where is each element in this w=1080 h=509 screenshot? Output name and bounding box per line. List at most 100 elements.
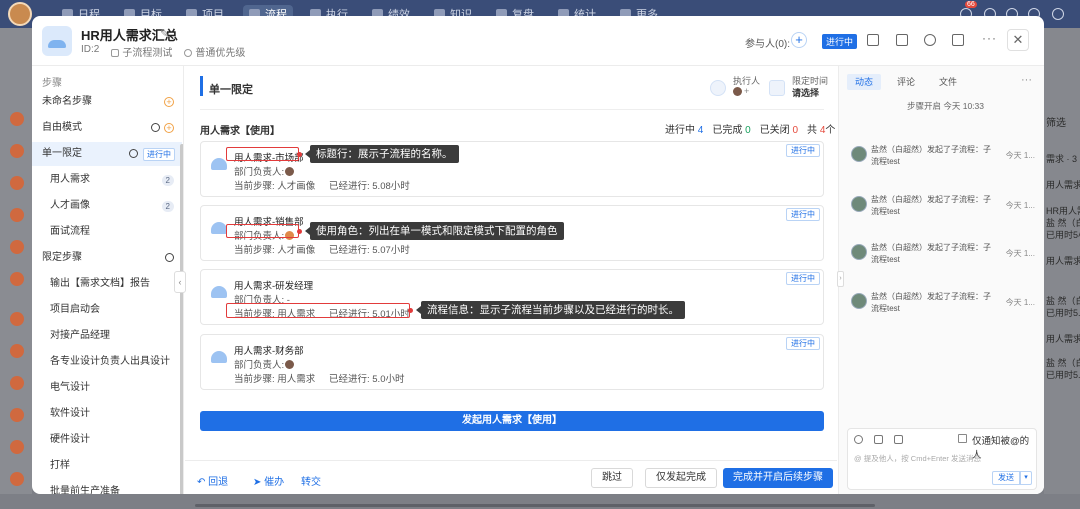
background-list: 筛选 需求 · 3 用人需求-财 HR用人需求 盐 然（白... 已用时5小 用…: [1044, 28, 1080, 509]
activity-text: 盐然（白超然）发起了子流程：子流程test: [871, 243, 991, 264]
close-button[interactable]: ✕: [1007, 29, 1029, 51]
step-item-unnamed[interactable]: 未命名步骤 +: [32, 90, 182, 114]
bottom-strip: [0, 494, 1080, 509]
chevron-down-icon[interactable]: ▾: [1020, 471, 1032, 485]
step-item[interactable]: 硬件设计: [32, 428, 182, 452]
collapse-panel-button[interactable]: ›: [837, 271, 844, 287]
subflow-icon: [211, 286, 227, 298]
skip-button[interactable]: 跳过: [591, 468, 633, 488]
link-icon[interactable]: [894, 435, 903, 444]
subflow-name: 用人需求-研发经理: [234, 281, 314, 292]
process-modal: HR用人需求汇总 ✎ ID:2 子流程测试 普通优先级 参与人(0): + 进行…: [32, 16, 1044, 494]
callout-flow-info: 流程信息：显示子流程当前步骤以及已经进行的时长。: [416, 301, 685, 319]
return-button[interactable]: ↶ 回退: [197, 473, 228, 488]
sync-icon[interactable]: [151, 123, 160, 132]
calendar-icon[interactable]: [769, 80, 785, 96]
highlight-dot: [297, 229, 302, 234]
folder-icon[interactable]: [896, 34, 908, 46]
activity-panel: › 动态 评论 文件 ··· 步骤开启 今天 10:33 盐然（白超然）发起了子…: [837, 66, 1044, 494]
complete-next-button[interactable]: 完成并开启后续步骤: [723, 468, 833, 488]
activity-text: 盐然（白超然）发起了子流程：子流程test: [871, 195, 991, 216]
step-item[interactable]: 对接产品经理: [32, 324, 182, 348]
user-avatar[interactable]: [8, 2, 32, 26]
add-participant-button[interactable]: +: [791, 32, 807, 48]
title-accent: [200, 76, 203, 96]
avatar: [851, 244, 867, 260]
subflow-card[interactable]: 用人需求-财务部 部门负责人: 当前步骤: 用人需求 已经进行: 5.0小时 进…: [200, 334, 824, 390]
step-item-talent-profile[interactable]: 人才画像 2: [32, 194, 182, 218]
step-item[interactable]: 电气设计: [32, 376, 182, 400]
bg-avatar: [10, 344, 24, 358]
stat-in-progress[interactable]: 进行中 4: [665, 121, 703, 136]
step-item[interactable]: 项目启动会: [32, 298, 182, 322]
steps-sidebar: 步骤 未命名步骤 + 自由模式 + 单一限定 进行中 用人需求 2 人才画像 2 面试流程…: [32, 66, 184, 494]
add-executor-button[interactable]: +: [744, 86, 749, 96]
tab-activity[interactable]: 动态: [847, 74, 882, 90]
remind-button[interactable]: ➤ 催办: [253, 473, 284, 488]
bg-avatar: [10, 472, 24, 486]
subflow-owner: 部门负责人:: [234, 164, 295, 178]
steps-scrollbar[interactable]: [180, 144, 183, 494]
emoji-icon[interactable]: [854, 435, 863, 444]
add-icon[interactable]: +: [164, 97, 174, 107]
process-icon: [42, 26, 72, 56]
stat-closed[interactable]: 已关闭 0: [760, 121, 798, 136]
activity-time: 今天 1...: [1005, 298, 1035, 307]
sync-icon[interactable]: [129, 149, 138, 158]
print-icon[interactable]: [952, 34, 964, 46]
edit-icon[interactable]: ✎: [160, 27, 169, 40]
step-item[interactable]: 各专业设计负责人出具设计: [32, 350, 182, 374]
step-item[interactable]: 输出【需求文档】报告: [32, 272, 182, 296]
user-icon[interactable]: [924, 34, 936, 46]
tab-files[interactable]: 文件: [931, 74, 965, 90]
more-icon[interactable]: ···: [1021, 74, 1032, 86]
start-subflow-button[interactable]: 发起用人需求【使用】: [200, 411, 824, 431]
document-icon[interactable]: [867, 34, 879, 46]
step-item[interactable]: 打样: [32, 454, 182, 478]
callout-role: 使用角色：列出在单一模式和限定模式下配置的角色: [305, 222, 564, 240]
system-message: 步骤开启 今天 10:33: [907, 101, 984, 111]
horizontal-scrollbar[interactable]: [195, 504, 875, 507]
executor-avatar[interactable]: [733, 87, 742, 96]
sync-icon[interactable]: [165, 253, 174, 262]
activity-time: 今天 1...: [1005, 201, 1035, 210]
stat-done[interactable]: 已完成 0: [712, 121, 750, 136]
subflow-icon: [111, 49, 120, 57]
comment-composer[interactable]: 仅通知被@的人 @ 提及他人，按 Cmd+Enter 发送消息 发送 ▾: [847, 428, 1037, 490]
divider: [200, 109, 824, 110]
subflow-section-title: 用人需求【使用】: [200, 126, 280, 137]
activity-item: 盐然（白超然）发起了子流程：子流程test 今天 1...: [849, 242, 1039, 278]
activity-text: 盐然（白超然）发起了子流程：子流程test: [871, 292, 991, 313]
executor-icon[interactable]: [710, 80, 726, 96]
subflow-elapsed: 已经进行: 5.08小时: [329, 181, 410, 192]
deadline-select[interactable]: 请选择: [792, 86, 819, 99]
step-item[interactable]: 软件设计: [32, 402, 182, 426]
step-item-free-mode[interactable]: 自由模式 +: [32, 116, 182, 140]
only-notify-label: 仅通知被@的人: [972, 436, 1030, 461]
attachment-icon[interactable]: [874, 435, 883, 444]
limited-steps-label: 限定步骤: [32, 246, 182, 270]
step-count-badge: 2: [161, 201, 174, 212]
subflow-elapsed: 已经进行: 5.0小时: [329, 374, 405, 385]
notification-badge: 66: [965, 1, 977, 8]
step-item[interactable]: 批量前生产准备: [32, 480, 182, 494]
callout-title-row: 标题行：展示子流程的名称。: [305, 145, 459, 163]
process-meta: ID:2 子流程测试 普通优先级: [81, 44, 245, 59]
only-notify-checkbox[interactable]: [958, 434, 967, 443]
step-detail: 单一限定 执行人 + 限定时间 请选择 用人需求【使用】 进行中 4 已完成 0…: [185, 66, 837, 494]
step-item-single-limited[interactable]: 单一限定 进行中: [32, 142, 182, 166]
only-start-done-button[interactable]: 仅发起完成: [645, 468, 717, 488]
tab-comments[interactable]: 评论: [889, 74, 923, 90]
add-icon[interactable]: +: [164, 123, 174, 133]
step-item-hiring-demand[interactable]: 用人需求 2: [32, 168, 182, 192]
step-item-interview[interactable]: 面试流程: [32, 220, 182, 244]
priority-tag[interactable]: 普通优先级: [184, 44, 245, 59]
subflow-icon: [211, 158, 227, 170]
bg-avatar: [10, 312, 24, 326]
profile-icon[interactable]: [1052, 8, 1064, 20]
transfer-button[interactable]: 转交: [301, 473, 321, 488]
send-button[interactable]: 发送: [992, 471, 1020, 485]
comment-input[interactable]: @ 提及他人，按 Cmd+Enter 发送消息: [854, 453, 981, 464]
more-icon[interactable]: ···: [982, 31, 997, 45]
modal-header: HR用人需求汇总 ✎ ID:2 子流程测试 普通优先级 参与人(0): + 进行…: [32, 16, 1044, 66]
